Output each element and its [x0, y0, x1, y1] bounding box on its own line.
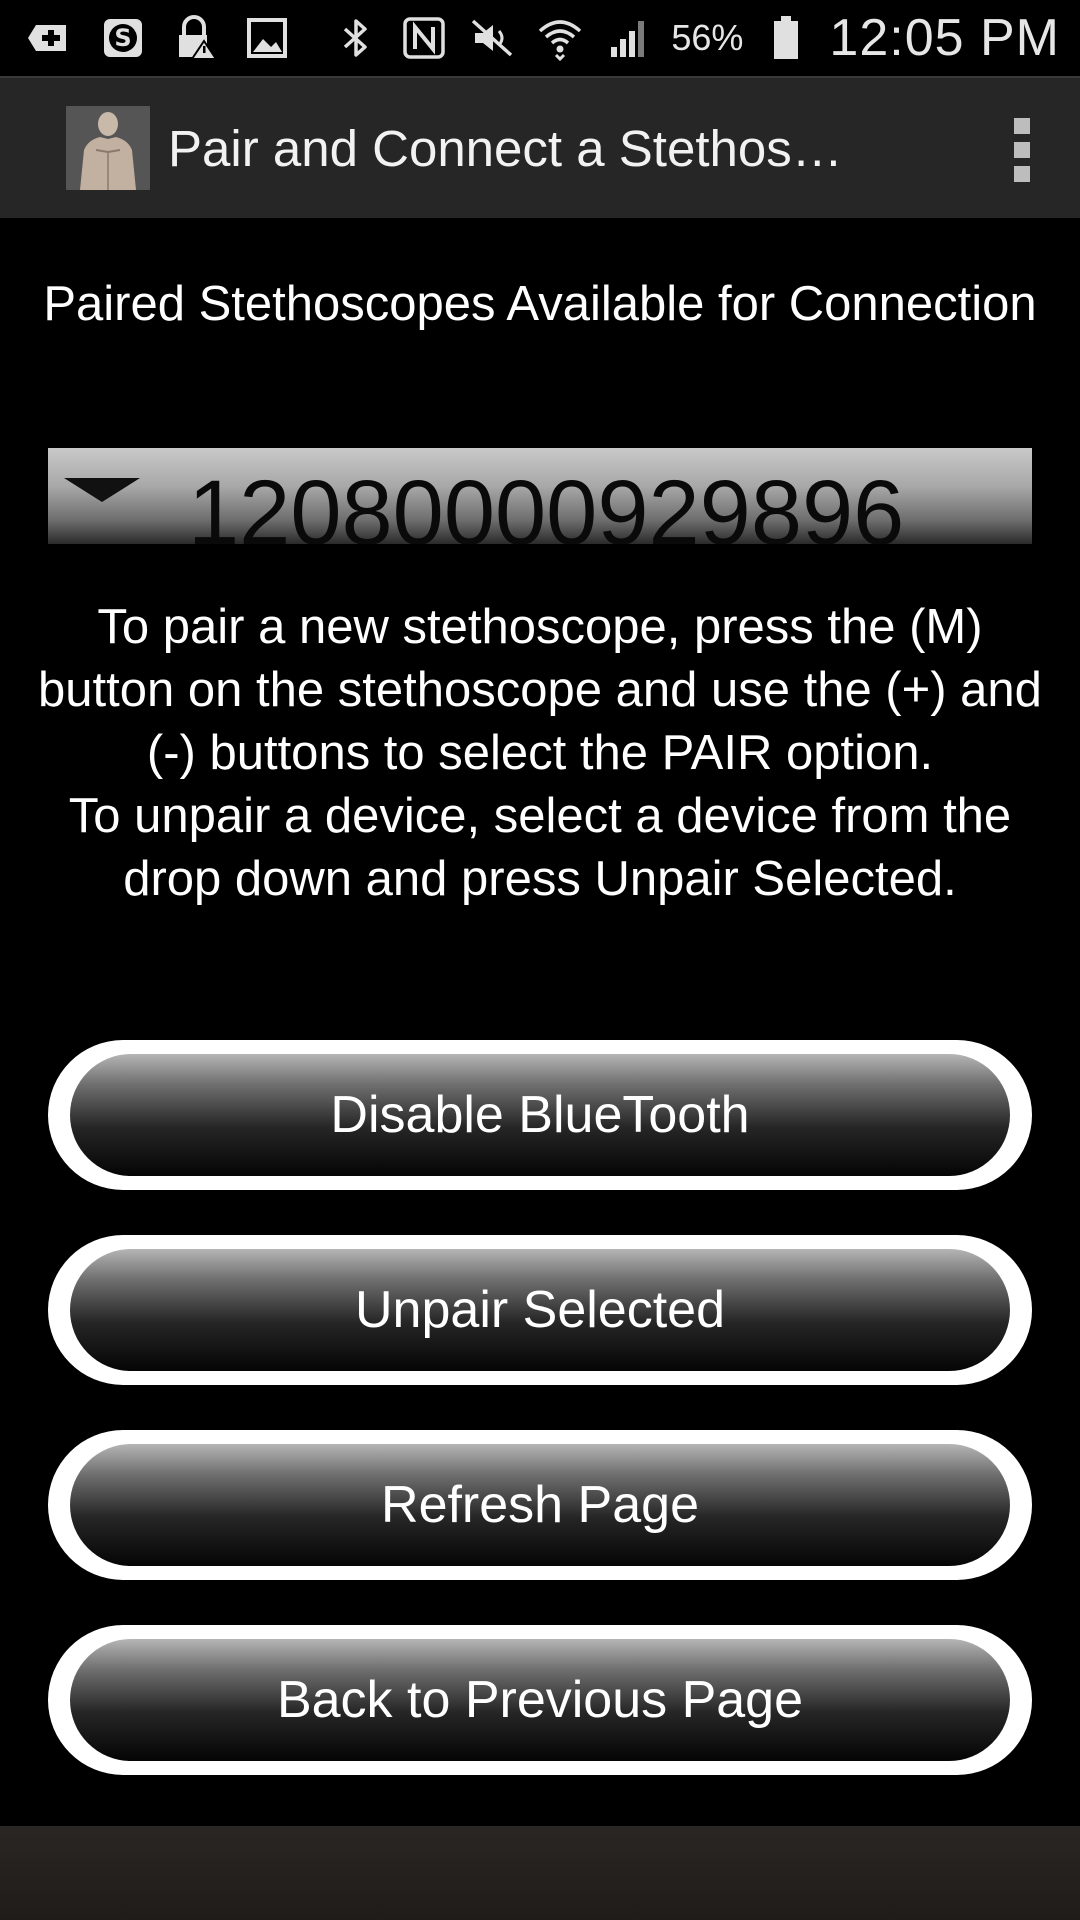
signal-icon [603, 13, 653, 63]
menu-dot [1014, 166, 1030, 182]
status-bar: S 56% 12:05 PM [0, 0, 1080, 76]
notification-icons: S [0, 13, 292, 63]
skype-icon: S [98, 13, 148, 63]
refresh-page-button[interactable]: Refresh Page [48, 1430, 1032, 1580]
lock-warning-icon [170, 13, 220, 63]
unpair-instructions: To unpair a device, select a device from… [68, 789, 1012, 906]
instructions-text: To pair a new stethoscope, press the (M)… [30, 596, 1050, 911]
refresh-page-label: Refresh Page [70, 1444, 1010, 1566]
bottom-background-strip [0, 1826, 1080, 1920]
body-figure-icon[interactable] [66, 106, 150, 190]
pair-instructions: To pair a new stethoscope, press the (M)… [38, 600, 1042, 780]
overflow-menu-icon[interactable] [1012, 118, 1032, 182]
battery-icon [761, 13, 811, 63]
dropdown-selected-value: 12080000929896 [188, 462, 905, 544]
disable-bluetooth-button[interactable]: Disable BlueTooth [48, 1040, 1032, 1190]
battery-percent: 56% [671, 17, 744, 58]
svg-text:S: S [114, 24, 131, 52]
image-icon [242, 13, 292, 63]
wifi-icon [535, 13, 585, 63]
unpair-selected-button[interactable]: Unpair Selected [48, 1235, 1032, 1385]
mute-icon [467, 13, 517, 63]
menu-dot [1014, 118, 1030, 134]
section-heading: Paired Stethoscopes Available for Connec… [43, 277, 1037, 331]
nfc-icon [399, 13, 449, 63]
action-bar: Pair and Connect a Stethos… [0, 76, 1080, 218]
app-screen: S 56% 12:05 PM Pair and Connect a Stetho… [0, 0, 1080, 1920]
bluetooth-icon [331, 13, 381, 63]
unpair-selected-label: Unpair Selected [70, 1249, 1010, 1371]
page-title: Pair and Connect a Stethos… [168, 119, 843, 177]
menu-dot [1014, 142, 1030, 158]
disable-bluetooth-label: Disable BlueTooth [70, 1054, 1010, 1176]
add-box-icon [26, 13, 76, 63]
chevron-down-icon [64, 478, 140, 502]
status-clock: 12:05 PM [829, 9, 1060, 67]
back-to-previous-page-label: Back to Previous Page [70, 1639, 1010, 1761]
device-dropdown[interactable]: 12080000929896 [48, 448, 1032, 544]
system-icons: 56% 12:05 PM [331, 8, 1080, 68]
back-to-previous-page-button[interactable]: Back to Previous Page [48, 1625, 1032, 1775]
